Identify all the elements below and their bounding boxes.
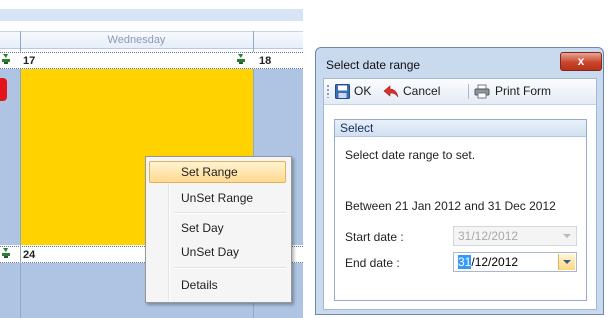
start-date-value: 31/12/2012 bbox=[458, 229, 519, 243]
resource-icon bbox=[2, 54, 10, 64]
chevron-down-icon[interactable] bbox=[559, 228, 575, 244]
end-date-field[interactable]: 31/12/2012 bbox=[453, 252, 577, 272]
end-date-selected-part: 31 bbox=[458, 255, 472, 269]
day-name-wednesday: Wednesday bbox=[107, 34, 166, 46]
ok-button[interactable]: OK bbox=[335, 83, 379, 100]
menu-item-set-range[interactable]: Set Range bbox=[149, 161, 286, 183]
menu-separator bbox=[174, 212, 286, 214]
calendar-day-header: Wednesday bbox=[0, 31, 303, 49]
print-form-label: Print Form bbox=[495, 84, 552, 98]
day-number-17: 17 bbox=[23, 55, 36, 67]
print-icon bbox=[474, 84, 490, 99]
resource-icon bbox=[2, 248, 10, 258]
day-number-18: 18 bbox=[259, 55, 272, 67]
ok-label: OK bbox=[354, 84, 372, 98]
menu-item-unset-range[interactable]: UnSet Range bbox=[149, 187, 286, 209]
end-date-label: End date : bbox=[345, 256, 400, 270]
group-title: Select bbox=[335, 120, 586, 137]
menu-item-set-day[interactable]: Set Day bbox=[149, 217, 286, 239]
toolbar-grip[interactable] bbox=[327, 85, 329, 98]
range-text: Between 21 Jan 2012 and 31 Dec 2012 bbox=[345, 199, 556, 213]
start-date-label: Start date : bbox=[345, 230, 404, 244]
save-icon bbox=[335, 84, 350, 99]
dialog-title: Select date range bbox=[326, 58, 421, 72]
menu-item-unset-day[interactable]: UnSet Day bbox=[149, 241, 286, 263]
dialog-body: OK Cancel Print Form Select Select date … bbox=[323, 78, 597, 310]
chevron-down-icon[interactable] bbox=[558, 254, 575, 270]
menu-item-details[interactable]: Details bbox=[149, 274, 286, 296]
calendar-top-bar bbox=[0, 9, 303, 21]
resource-icon bbox=[237, 54, 245, 64]
undo-icon bbox=[383, 85, 399, 98]
dialog-toolbar: OK Cancel Print Form bbox=[324, 79, 596, 105]
start-date-field[interactable]: 31/12/2012 bbox=[453, 226, 577, 246]
end-date-value[interactable]: 31/12/2012 bbox=[458, 253, 518, 271]
menu-separator bbox=[174, 267, 286, 269]
appointment-marker bbox=[0, 78, 7, 101]
close-button[interactable]: x bbox=[560, 52, 602, 71]
cancel-button[interactable]: Cancel bbox=[383, 83, 463, 100]
select-date-range-dialog: Select date range x OK Cancel Print Form… bbox=[315, 47, 604, 315]
day-number-24: 24 bbox=[23, 249, 36, 261]
toolbar-separator bbox=[468, 84, 469, 99]
context-menu: Set Range UnSet Range Set Day UnSet Day … bbox=[145, 156, 292, 303]
week-row-label bbox=[0, 52, 303, 69]
instruction-text: Select date range to set. bbox=[345, 148, 476, 162]
calendar-cell[interactable] bbox=[0, 263, 20, 318]
select-group: Select Select date range to set. Between… bbox=[334, 119, 587, 301]
end-date-rest: /12/2012 bbox=[471, 255, 519, 269]
cancel-label: Cancel bbox=[403, 84, 441, 98]
close-icon: x bbox=[577, 54, 585, 68]
calendar-gridline bbox=[20, 246, 21, 318]
print-form-button[interactable]: Print Form bbox=[474, 83, 574, 100]
